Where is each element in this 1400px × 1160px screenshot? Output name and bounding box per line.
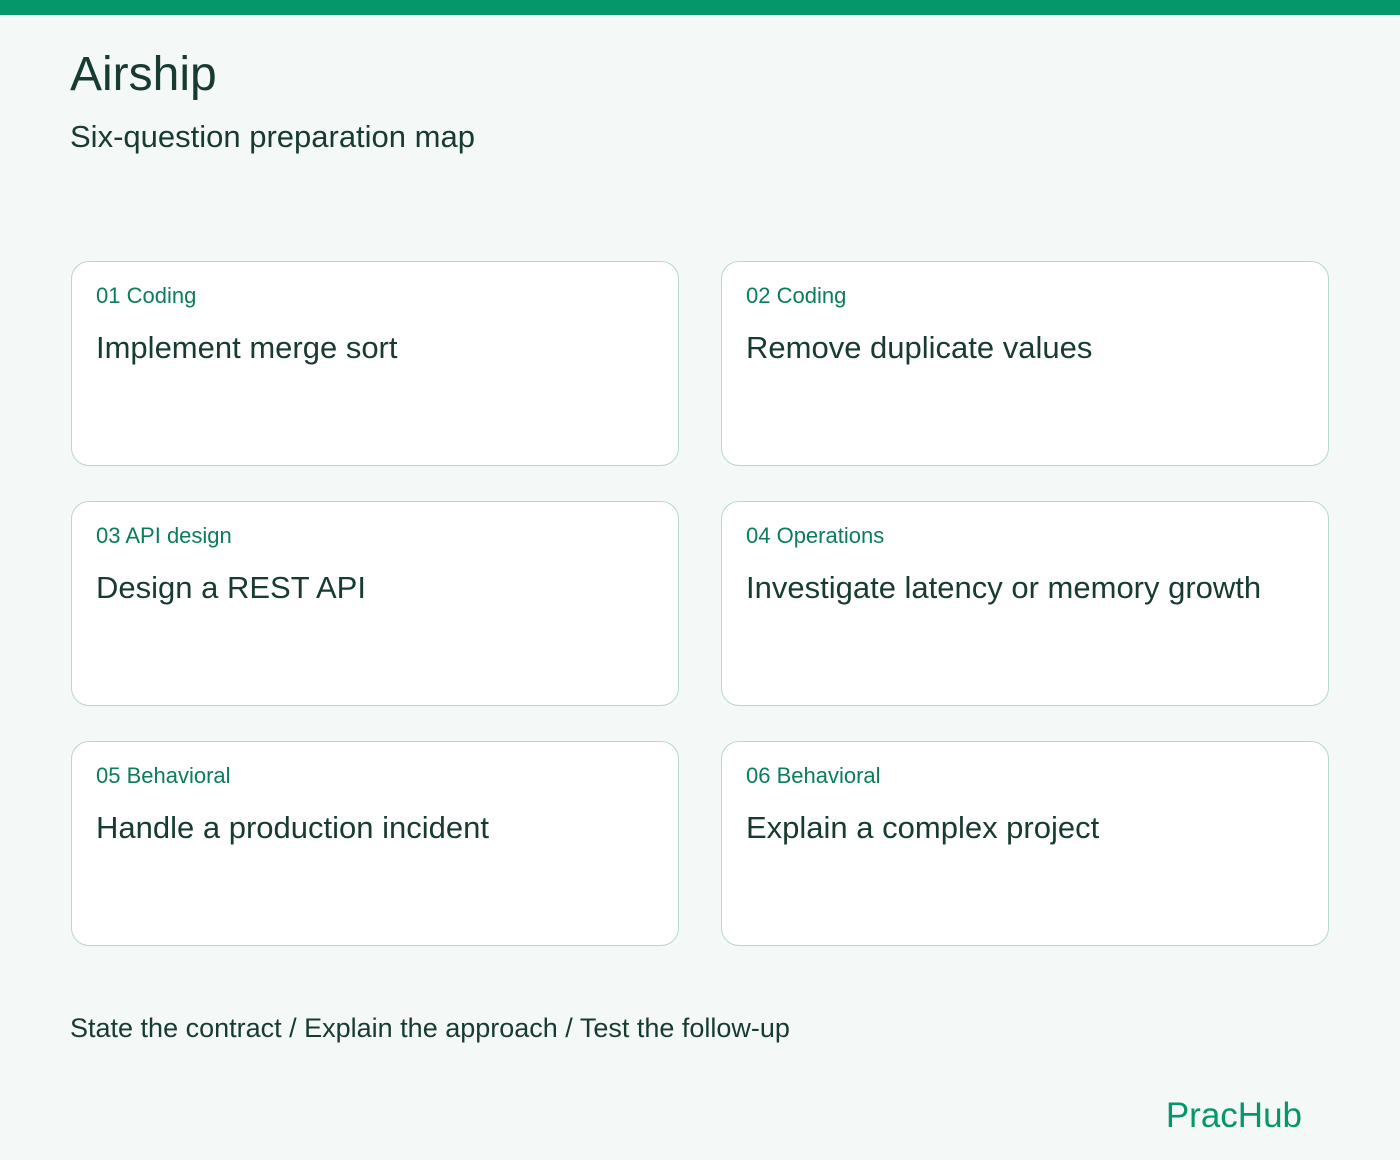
- question-title: Explain a complex project: [746, 810, 1100, 845]
- page-subtitle: Six-question preparation map: [70, 119, 475, 154]
- question-title: Implement merge sort: [96, 330, 398, 365]
- question-card-3: 03 API design Design a REST API: [71, 501, 679, 706]
- question-tag: 01 Coding: [96, 283, 197, 308]
- question-card-6: 06 Behavioral Explain a complex project: [721, 741, 1329, 946]
- question-title: Investigate latency or memory growth: [746, 570, 1262, 605]
- footer-note: State the contract / Explain the approac…: [70, 1013, 790, 1043]
- question-title: Handle a production incident: [96, 810, 489, 845]
- question-card-1: 01 Coding Implement merge sort: [71, 261, 679, 466]
- question-card-2: 02 Coding Remove duplicate values: [721, 261, 1329, 466]
- question-tag: 03 API design: [96, 523, 232, 548]
- brand-logo-text: PracHub: [1165, 1096, 1302, 1135]
- question-title: Design a REST API: [96, 570, 366, 605]
- question-tag: 06 Behavioral: [746, 763, 881, 788]
- question-tag: 02 Coding: [746, 283, 847, 308]
- question-card-4: 04 Operations Investigate latency or mem…: [721, 501, 1329, 706]
- question-tag: 05 Behavioral: [96, 763, 231, 788]
- top-accent-bar: [0, 0, 1400, 15]
- question-card-5: 05 Behavioral Handle a production incide…: [71, 741, 679, 946]
- page-title: Airship: [70, 48, 217, 101]
- question-title: Remove duplicate values: [746, 330, 1093, 365]
- question-tag: 04 Operations: [746, 523, 885, 548]
